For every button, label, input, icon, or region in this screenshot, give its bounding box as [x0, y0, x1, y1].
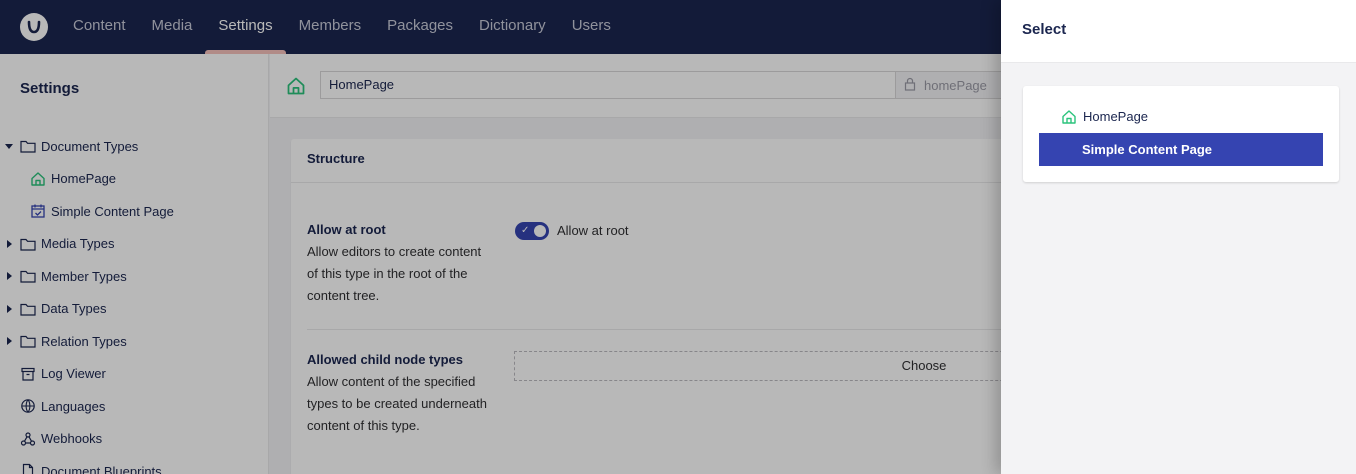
option-homepage[interactable]: HomePage	[1039, 100, 1323, 133]
option-label: HomePage	[1083, 109, 1149, 124]
options-card: HomePage Simple Content Page	[1023, 86, 1339, 182]
option-label: Simple Content Page	[1082, 142, 1213, 157]
modal-backdrop[interactable]	[0, 0, 1001, 474]
dialog-title: Select	[1001, 0, 1356, 63]
option-simple-content-page[interactable]: Simple Content Page	[1039, 133, 1323, 166]
home-icon	[1061, 109, 1077, 125]
select-dialog: Select HomePage Simple Content Page	[1001, 0, 1356, 474]
